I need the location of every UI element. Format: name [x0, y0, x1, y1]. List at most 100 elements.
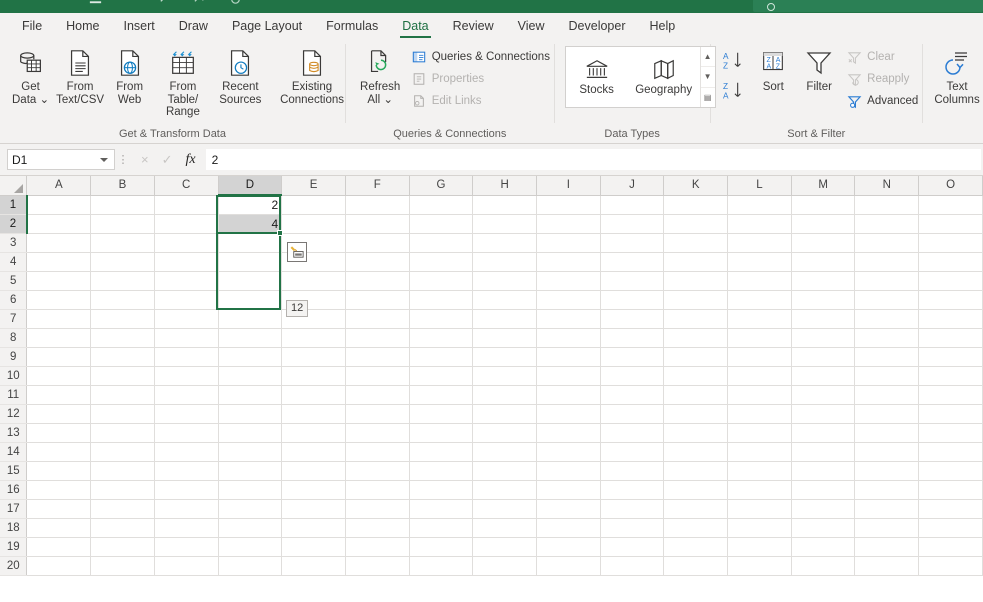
cell-A4[interactable] [26, 252, 92, 272]
cell-I6[interactable] [536, 290, 601, 310]
tab-review[interactable]: Review [441, 13, 506, 40]
cell-M7[interactable] [791, 309, 856, 329]
cell-D5[interactable] [218, 271, 283, 291]
cell-B9[interactable] [90, 347, 155, 367]
cell-H7[interactable] [472, 309, 538, 329]
cell-I13[interactable] [536, 423, 601, 443]
cell-H10[interactable] [472, 366, 538, 386]
chevron-down-icon[interactable] [100, 158, 108, 162]
tab-data[interactable]: Data [390, 13, 440, 40]
cell-C7[interactable] [154, 309, 219, 329]
cell-J14[interactable] [600, 442, 665, 462]
cell-O14[interactable] [918, 442, 983, 462]
cell-J9[interactable] [600, 347, 665, 367]
row-header-14[interactable]: 14 [0, 442, 28, 462]
cell-B19[interactable] [90, 537, 155, 557]
column-header-n[interactable]: N [854, 176, 920, 196]
cell-M6[interactable] [791, 290, 856, 310]
cell-B18[interactable] [90, 518, 155, 538]
column-header-d[interactable]: D [218, 176, 283, 196]
cell-A2[interactable] [26, 214, 92, 234]
cell-E11[interactable] [281, 385, 346, 405]
cell-B13[interactable] [90, 423, 155, 443]
get-data-button[interactable]: Get Data ⌄ [6, 44, 55, 106]
cell-D14[interactable] [218, 442, 283, 462]
row-header-8[interactable]: 8 [0, 328, 28, 348]
cell-H20[interactable] [472, 556, 538, 576]
reapply-filter-button[interactable]: Reapply [842, 69, 922, 89]
cell-C2[interactable] [154, 214, 219, 234]
cell-H2[interactable] [472, 214, 538, 234]
cell-K10[interactable] [663, 366, 729, 386]
cell-K4[interactable] [663, 252, 729, 272]
existing-connections-button[interactable]: Existing Connections [279, 44, 345, 106]
cell-N7[interactable] [854, 309, 920, 329]
cell-K9[interactable] [663, 347, 729, 367]
cell-O10[interactable] [918, 366, 983, 386]
cell-F10[interactable] [345, 366, 410, 386]
advanced-filter-button[interactable]: Advanced [842, 91, 922, 111]
cell-E8[interactable] [281, 328, 346, 348]
cell-M11[interactable] [791, 385, 856, 405]
cell-N16[interactable] [854, 480, 920, 500]
cell-I5[interactable] [536, 271, 601, 291]
cell-I11[interactable] [536, 385, 601, 405]
tab-home[interactable]: Home [54, 13, 111, 40]
cell-D7[interactable] [218, 309, 283, 329]
cell-A15[interactable] [26, 461, 92, 481]
cell-G8[interactable] [409, 328, 474, 348]
cell-F17[interactable] [345, 499, 410, 519]
tab-page-layout[interactable]: Page Layout [220, 13, 314, 40]
cell-B11[interactable] [90, 385, 155, 405]
cell-C11[interactable] [154, 385, 219, 405]
cell-H17[interactable] [472, 499, 538, 519]
cell-O20[interactable] [918, 556, 983, 576]
cell-M4[interactable] [791, 252, 856, 272]
cell-O16[interactable] [918, 480, 983, 500]
column-header-f[interactable]: F [345, 176, 410, 196]
cell-G16[interactable] [409, 480, 474, 500]
recent-sources-button[interactable]: Recent Sources [212, 44, 269, 106]
cell-K13[interactable] [663, 423, 729, 443]
cell-H4[interactable] [472, 252, 538, 272]
cell-I4[interactable] [536, 252, 601, 272]
cell-C14[interactable] [154, 442, 219, 462]
column-header-m[interactable]: M [791, 176, 856, 196]
cell-N6[interactable] [854, 290, 920, 310]
tab-developer[interactable]: Developer [557, 13, 638, 40]
cell-N18[interactable] [854, 518, 920, 538]
cell-K17[interactable] [663, 499, 729, 519]
cell-F7[interactable] [345, 309, 410, 329]
tab-help[interactable]: Help [638, 13, 688, 40]
cell-G12[interactable] [409, 404, 474, 424]
cell-M9[interactable] [791, 347, 856, 367]
cell-L2[interactable] [727, 214, 792, 234]
cell-A11[interactable] [26, 385, 92, 405]
cell-O19[interactable] [918, 537, 983, 557]
cell-H12[interactable] [472, 404, 538, 424]
cell-N8[interactable] [854, 328, 920, 348]
cell-B8[interactable] [90, 328, 155, 348]
cell-J4[interactable] [600, 252, 665, 272]
cell-I12[interactable] [536, 404, 601, 424]
cell-G11[interactable] [409, 385, 474, 405]
cell-J17[interactable] [600, 499, 665, 519]
cell-K18[interactable] [663, 518, 729, 538]
sort-za-icon[interactable]: Z A [722, 80, 746, 102]
cell-C10[interactable] [154, 366, 219, 386]
cell-B10[interactable] [90, 366, 155, 386]
cell-A1[interactable] [26, 195, 92, 215]
cell-L11[interactable] [727, 385, 792, 405]
text-to-columns-button[interactable]: Text Columns [931, 44, 983, 106]
cell-J13[interactable] [600, 423, 665, 443]
cell-J15[interactable] [600, 461, 665, 481]
cell-L15[interactable] [727, 461, 792, 481]
cell-I20[interactable] [536, 556, 601, 576]
cell-I19[interactable] [536, 537, 601, 557]
cancel-edit-icon[interactable]: × [141, 152, 149, 167]
cell-C3[interactable] [154, 233, 219, 253]
cell-K14[interactable] [663, 442, 729, 462]
cell-C15[interactable] [154, 461, 219, 481]
cell-H13[interactable] [472, 423, 538, 443]
cell-A3[interactable] [26, 233, 92, 253]
